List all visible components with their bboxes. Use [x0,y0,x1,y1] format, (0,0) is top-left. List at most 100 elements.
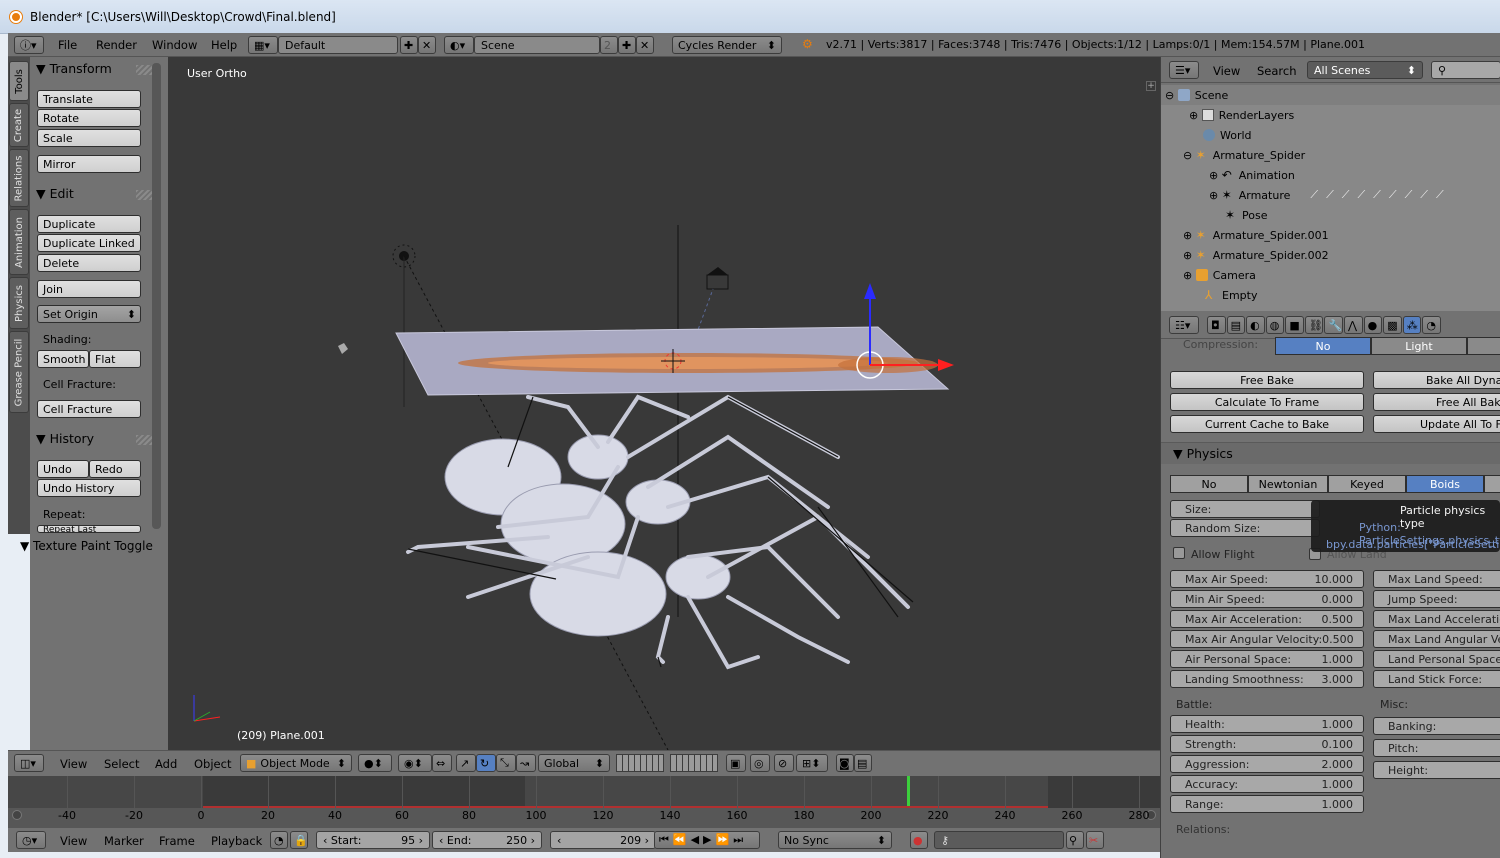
battle-setting-field[interactable]: Range: 1.000 [1170,795,1364,813]
free-all-bakes-button[interactable]: Free All Bakes [1373,393,1500,411]
compression-no-option[interactable]: No [1275,337,1371,355]
compression-light-option[interactable]: Light [1371,337,1467,355]
calculate-to-frame-button[interactable]: Calculate To Frame [1170,393,1364,411]
timeline-scroll-left[interactable] [12,810,22,820]
tab-relations[interactable]: Relations [9,149,29,207]
battle-setting-field[interactable]: Health: 1.000 [1170,715,1364,733]
modifiers-tab-icon[interactable]: 🔧 [1324,316,1344,334]
flat-button[interactable]: Flat [89,350,141,368]
edit-panel-header[interactable]: ▼ Edit [36,186,74,201]
random-size-field[interactable]: Random Size: [1170,519,1320,537]
menu-render[interactable]: Render [96,38,137,52]
mirror-button[interactable]: Mirror [37,155,141,173]
record-icon[interactable]: ● [910,831,928,849]
outliner-row-armature-spider[interactable]: ⊖ ✶ Armature_Spider [1161,145,1500,165]
constraints-tab-icon[interactable]: ⛓ [1304,316,1324,334]
repeat-last-button[interactable]: Repeat Last [37,525,141,533]
sync-mode-dropdown[interactable]: No Sync ⬍ [778,831,892,849]
outliner-search-input[interactable]: ⚲ [1431,61,1500,79]
menu-help[interactable]: Help [211,38,237,52]
duplicate-button[interactable]: Duplicate [37,215,141,233]
menu-view[interactable]: View [60,757,87,771]
editor-type-3d-icon[interactable]: ◫▾ [14,754,44,772]
rotate-button[interactable]: Rotate [37,109,141,127]
proportional-edit-icon[interactable]: ◎ [750,754,770,772]
transform-orientation-dropdown[interactable]: Global ⬍ [538,754,610,772]
render-engine-dropdown[interactable]: Cycles Render ⬍ [672,36,782,54]
lock-range-icon[interactable]: 🔒 [290,831,308,849]
scene-tab-icon[interactable]: ◐ [1246,316,1265,334]
outliner-menu-view[interactable]: View [1213,64,1240,78]
playback-controls[interactable]: ⏮⏪◀▶⏩⏭ [654,831,760,849]
free-bake-button[interactable]: Free Bake [1170,371,1364,389]
outliner-row-scene[interactable]: ⊖ Scene [1161,85,1500,105]
menu-window[interactable]: Window [152,38,197,52]
viewport-shading-icon[interactable]: ●⬍ [358,754,392,772]
air-setting-field[interactable]: Max Air Speed: 10.000 [1170,570,1364,588]
current-cache-to-bake-button[interactable]: Current Cache to Bake [1170,415,1364,433]
air-setting-field[interactable]: Air Personal Space: 1.000 [1170,650,1364,668]
outliner-row-camera[interactable]: ⊕ Camera [1161,265,1500,285]
physics-type-boids[interactable]: Boids [1406,475,1484,493]
material-tab-icon[interactable]: ● [1363,316,1383,334]
add-scene-icon[interactable]: ✚ [618,36,636,54]
texture-tab-icon[interactable]: ▩ [1383,316,1402,334]
menu-marker[interactable]: Marker [104,834,144,848]
remove-layout-icon[interactable]: ✕ [418,36,436,54]
texture-paint-toggle-header[interactable]: ▼ Texture Paint Toggle [20,539,153,553]
tab-grease-pencil[interactable]: Grease Pencil [9,331,29,413]
misc-setting-field[interactable]: Banking: [1373,717,1500,735]
land-setting-field[interactable]: Land Stick Force: [1373,670,1500,688]
manipulator-toggle-icon[interactable]: ⇔ [432,754,452,772]
smooth-button[interactable]: Smooth [37,350,89,368]
editor-type-timeline-icon[interactable]: ◷▾ [16,831,46,849]
set-origin-dropdown[interactable]: Set Origin ⬍ [37,305,141,323]
data-tab-icon[interactable]: ⋀ [1344,316,1363,334]
history-panel-header[interactable]: ▼ History [36,431,94,446]
tab-tools[interactable]: Tools [9,61,29,101]
battle-setting-field[interactable]: Aggression: 2.000 [1170,755,1364,773]
undo-history-button[interactable]: Undo History [37,479,141,497]
outliner-row-armature[interactable]: ⊕ ✶ Armature ⟋⟋⟋⟋⟋⟋⟋⟋⟋ [1161,185,1500,205]
timeline-ruler[interactable] [8,808,1160,828]
menu-file[interactable]: File [58,38,77,52]
start-frame-field[interactable]: ‹ Start: 95 › [316,831,430,849]
redo-button[interactable]: Redo [89,460,141,478]
scale-manipulator-icon[interactable]: ⤡ [496,754,516,772]
rotate-manipulator-icon[interactable]: ↻ [476,754,496,772]
preview-range-icon[interactable]: ◔ [270,831,288,849]
menu-playback[interactable]: Playback [211,834,262,848]
manipulator-extra-icon[interactable]: ↝ [516,754,536,772]
snap-element-icon[interactable]: ⊞⬍ [796,754,828,772]
update-all-to-frame-button[interactable]: Update All To Frame [1373,415,1500,433]
keying-set-field[interactable]: ⚷ [934,831,1064,849]
undo-button[interactable]: Undo [37,460,89,478]
render-anim-icon[interactable]: ▤ [854,754,872,772]
tool-shelf-scrollbar[interactable] [152,63,161,529]
land-setting-field[interactable]: Max Land Speed: [1373,570,1500,588]
allow-flight-checkbox[interactable] [1173,547,1185,559]
menu-frame[interactable]: Frame [159,834,195,848]
outliner-row-world[interactable]: World [1161,125,1500,145]
particles-tab-icon[interactable]: ⁂ [1402,316,1422,334]
outliner-row-renderlayers[interactable]: ⊕ RenderLayers [1161,105,1500,125]
layout-field[interactable]: Default [278,36,398,54]
delete-keyframe-icon[interactable]: ✂ [1086,831,1104,849]
air-setting-field[interactable]: Max Air Angular Velocity: 0.500 [1170,630,1364,648]
join-button[interactable]: Join [37,280,141,298]
bake-all-dynamics-button[interactable]: Bake All Dynamics [1373,371,1500,389]
physics-type-no[interactable]: No [1170,475,1248,493]
outliner-row-empty[interactable]: ⅄ Empty [1161,285,1500,305]
snap-toggle-icon[interactable]: ⊘ [774,754,794,772]
translate-manipulator-icon[interactable]: ↗ [456,754,476,772]
editor-type-info-icon[interactable]: ⓘ▾ [14,36,44,54]
insert-keyframe-icon[interactable]: ⚲ [1066,831,1084,849]
misc-setting-field[interactable]: Height: [1373,761,1500,779]
delete-button[interactable]: Delete [37,254,141,272]
land-setting-field[interactable]: Land Personal Space: [1373,650,1500,668]
tab-physics[interactable]: Physics [9,277,29,329]
duplicate-linked-button[interactable]: Duplicate Linked [37,234,141,252]
outliner-row-pose[interactable]: ✶ Pose [1161,205,1500,225]
outliner-row-animation[interactable]: ⊕ ↶ Animation [1161,165,1500,185]
pivot-point-icon[interactable]: ◉⬍ [398,754,432,772]
